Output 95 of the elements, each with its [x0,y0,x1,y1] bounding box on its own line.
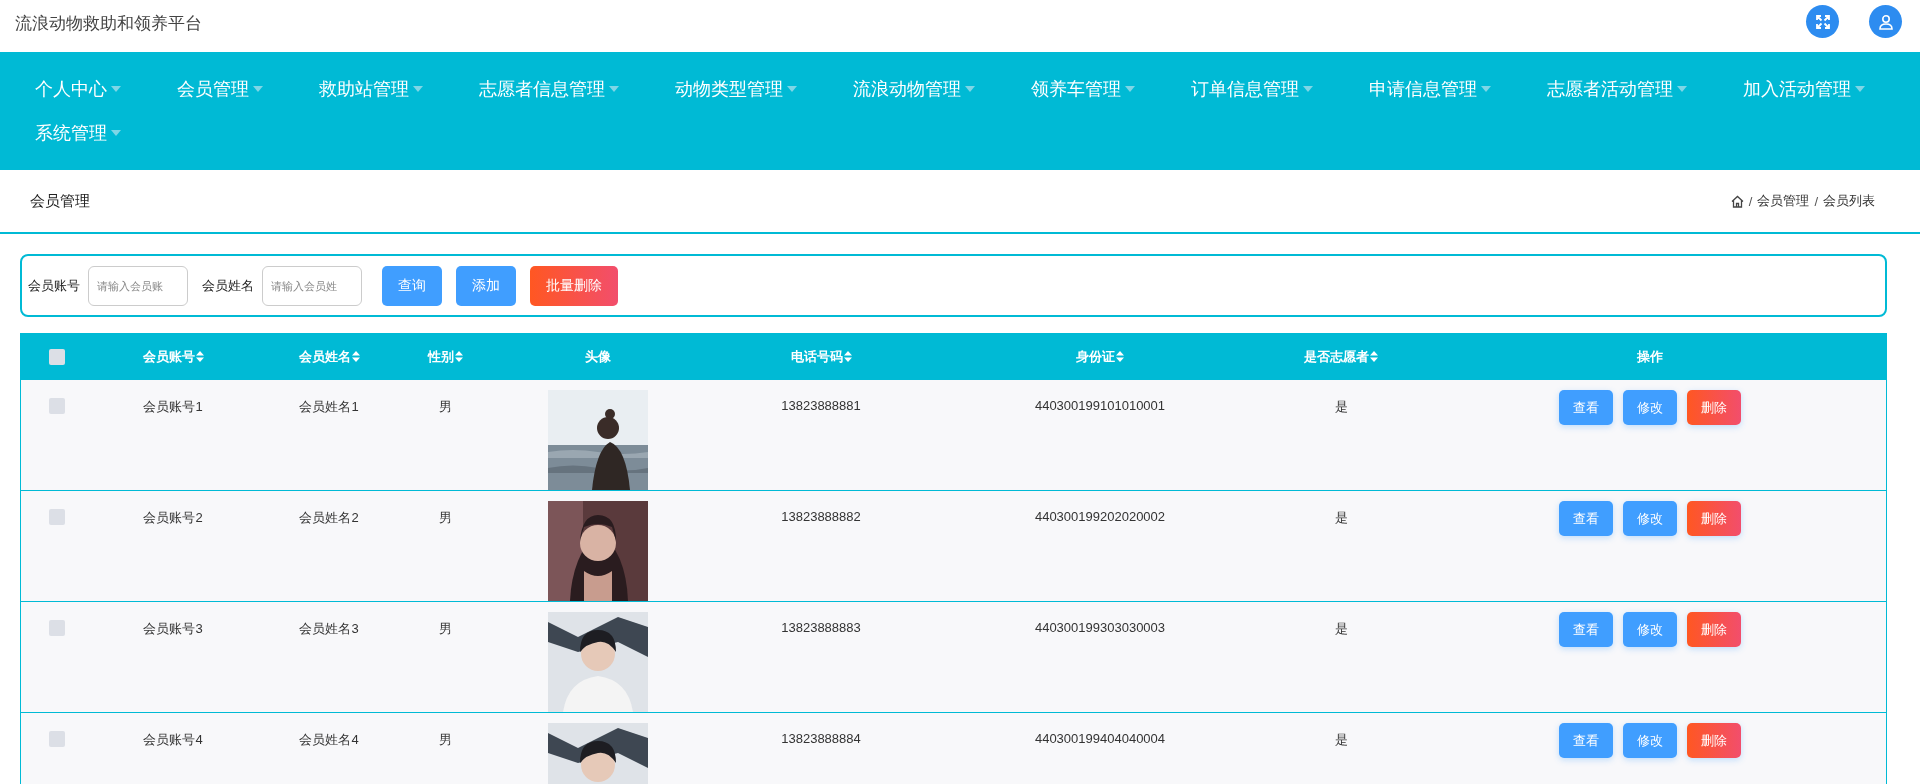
sort-icon[interactable] [1370,351,1378,362]
table-cell-text: 会员账号1 [142,398,204,416]
table-cell-text: 是 [1333,509,1349,527]
nav-menu-item[interactable]: 会员管理 [177,74,263,104]
table-cell-text: 是 [1333,620,1349,638]
table-cell-text: 会员姓名2 [298,509,360,527]
column-header[interactable]: 是否志愿者 [1304,347,1378,366]
action-button[interactable]: 修改 [1622,723,1677,758]
search-field[interactable]: 请输入会员账 [88,265,188,306]
table-cell-text: 13823888882 [780,508,862,524]
table-cell-text: 会员姓名1 [298,398,360,416]
fullscreen-icon[interactable] [1806,5,1839,38]
caret-icon [965,86,975,92]
caret-icon [413,86,423,92]
table-cell-text: 440300199303030003 [1033,619,1167,635]
nav-menu-item[interactable]: 申请信息管理 [1369,74,1491,104]
caret-icon [111,130,121,136]
caret-icon [1303,86,1313,92]
nav-menu-item[interactable]: 加入活动管理 [1743,74,1865,104]
table-cell-text: 440300199404040004 [1033,730,1167,746]
column-header: 操作 [1636,347,1663,366]
breadcrumb-link[interactable]: 会员列表 [1823,192,1875,210]
nav-menu-item[interactable]: 订单信息管理 [1191,74,1313,104]
column-header: 头像 [585,347,611,366]
nav-menu-item[interactable]: 志愿者活动管理 [1547,74,1687,104]
nav-menu-item[interactable]: 系统管理 [35,118,121,148]
table-cell-text: 男 [437,509,453,527]
action-button[interactable]: 修改 [1622,390,1677,425]
column-header[interactable]: 身份证 [1076,347,1124,366]
caret-icon [1481,86,1491,92]
table-cell-text: 440300199101010001 [1033,397,1167,413]
sort-icon[interactable] [843,351,852,362]
search-field[interactable]: 请输入会员姓 [262,265,362,306]
nav-menu-item[interactable]: 动物类型管理 [675,74,797,104]
delete-button[interactable]: 删除 [1686,390,1741,425]
column-header[interactable]: 会员账号 [142,347,204,366]
delete-button[interactable]: 删除 [1686,723,1741,758]
table-cell-text: 13823888884 [780,730,862,746]
breadcrumb-separator: / [1814,193,1818,209]
action-button[interactable]: 查看 [1558,723,1613,758]
table-cell-text: 会员账号2 [142,509,204,527]
field-label: 会员姓名 [202,276,254,295]
app-title: 流浪动物救助和领养平台 [15,13,202,35]
action-button[interactable]: 查看 [1558,390,1613,425]
table-cell-text: 13823888883 [780,619,862,635]
nav-menu-item[interactable]: 救助站管理 [319,74,423,104]
column-header[interactable]: 性别 [427,347,463,366]
caret-icon [253,86,263,92]
column-header[interactable]: 电话号码 [790,347,852,366]
table-cell-text: 男 [437,398,453,416]
home-icon[interactable] [1730,194,1744,208]
nav-menu-item[interactable]: 志愿者信息管理 [479,74,619,104]
batch-delete-button[interactable]: 批量删除 [530,265,618,306]
table-cell-text: 会员账号4 [142,731,204,749]
table-cell-text: 是 [1333,398,1349,416]
column-header[interactable]: 会员姓名 [298,347,360,366]
nav-menu-item[interactable]: 流浪动物管理 [853,74,975,104]
select-all-checkbox[interactable] [49,348,65,365]
delete-button[interactable]: 删除 [1686,612,1741,647]
delete-button[interactable]: 删除 [1686,501,1741,536]
user-icon[interactable] [1869,5,1902,38]
table-cell-text: 男 [437,620,453,638]
breadcrumb-link[interactable]: 会员管理 [1757,192,1810,210]
table-cell-text: 13823888881 [780,397,862,413]
action-button[interactable]: 添加 [456,265,516,306]
row-checkbox[interactable] [49,731,65,747]
table-cell-text: 会员姓名3 [298,620,360,638]
caret-icon [1677,86,1687,92]
breadcrumb-separator: / [1748,193,1753,209]
table-cell-text: 会员账号3 [142,620,204,638]
table-cell-text: 是 [1333,731,1349,749]
field-label: 会员账号 [28,276,80,295]
row-checkbox[interactable] [49,398,65,414]
caret-icon [1855,86,1865,92]
table-cell-text: 男 [437,731,453,749]
page-title: 会员管理 [30,191,90,211]
caret-icon [609,86,619,92]
action-button[interactable]: 查看 [1558,612,1613,647]
sort-icon[interactable] [195,351,204,362]
sort-icon[interactable] [454,351,463,362]
caret-icon [787,86,797,92]
sort-icon[interactable] [351,351,360,362]
table-cell-text: 440300199202020002 [1033,508,1167,524]
row-checkbox[interactable] [49,620,65,636]
nav-menu-item[interactable]: 个人中心 [35,74,121,104]
caret-icon [111,86,121,92]
action-button[interactable]: 修改 [1622,612,1677,647]
sort-icon[interactable] [1116,351,1124,362]
nav-menu-item[interactable]: 领养车管理 [1031,74,1135,104]
action-button[interactable]: 查询 [382,265,442,306]
table-cell-text: 会员姓名4 [298,731,360,749]
caret-icon [1125,86,1135,92]
row-checkbox[interactable] [49,509,65,525]
action-button[interactable]: 查看 [1558,501,1613,536]
action-button[interactable]: 修改 [1622,501,1677,536]
